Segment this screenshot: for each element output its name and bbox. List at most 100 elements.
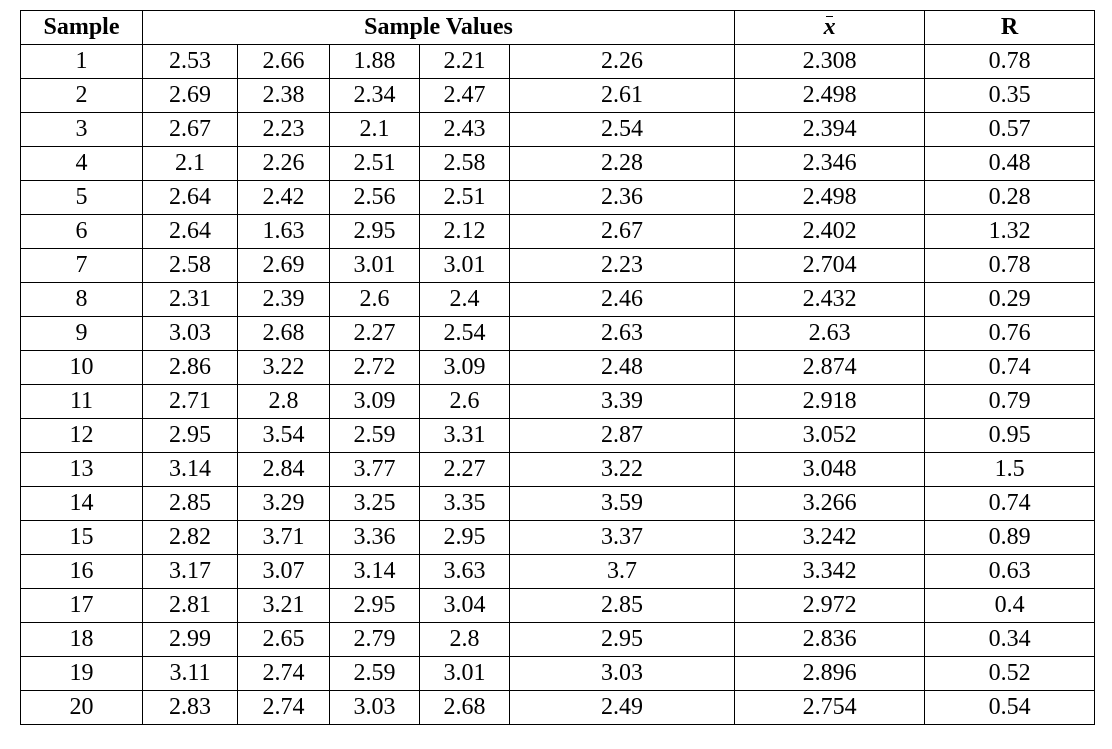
cell-v2: 2.42 xyxy=(238,181,330,215)
cell-v5: 2.46 xyxy=(510,283,735,317)
cell-xbar: 2.972 xyxy=(735,589,925,623)
cell-r: 0.78 xyxy=(925,45,1095,79)
cell-r: 0.89 xyxy=(925,521,1095,555)
cell-v5: 3.7 xyxy=(510,555,735,589)
cell-v1: 2.64 xyxy=(143,215,238,249)
cell-r: 0.29 xyxy=(925,283,1095,317)
cell-v3: 2.34 xyxy=(330,79,420,113)
cell-sample: 2 xyxy=(21,79,143,113)
cell-xbar: 3.266 xyxy=(735,487,925,521)
cell-v3: 2.6 xyxy=(330,283,420,317)
table-row: 163.173.073.143.633.73.3420.63 xyxy=(21,555,1095,589)
table-row: 12.532.661.882.212.262.3080.78 xyxy=(21,45,1095,79)
table-row: 42.12.262.512.582.282.3460.48 xyxy=(21,147,1095,181)
cell-xbar: 2.498 xyxy=(735,181,925,215)
cell-sample: 10 xyxy=(21,351,143,385)
cell-v1: 2.71 xyxy=(143,385,238,419)
table-row: 93.032.682.272.542.632.630.76 xyxy=(21,317,1095,351)
cell-v3: 3.03 xyxy=(330,691,420,725)
cell-v1: 2.85 xyxy=(143,487,238,521)
cell-v1: 2.58 xyxy=(143,249,238,283)
cell-r: 0.54 xyxy=(925,691,1095,725)
cell-sample: 6 xyxy=(21,215,143,249)
cell-v4: 2.6 xyxy=(420,385,510,419)
cell-sample: 5 xyxy=(21,181,143,215)
cell-v2: 2.74 xyxy=(238,657,330,691)
cell-v3: 3.77 xyxy=(330,453,420,487)
cell-v1: 2.83 xyxy=(143,691,238,725)
cell-xbar: 2.874 xyxy=(735,351,925,385)
table-row: 22.692.382.342.472.612.4980.35 xyxy=(21,79,1095,113)
cell-xbar: 2.394 xyxy=(735,113,925,147)
cell-v5: 2.26 xyxy=(510,45,735,79)
cell-sample: 17 xyxy=(21,589,143,623)
cell-v4: 2.27 xyxy=(420,453,510,487)
cell-xbar: 2.402 xyxy=(735,215,925,249)
cell-v4: 3.01 xyxy=(420,657,510,691)
cell-v5: 3.59 xyxy=(510,487,735,521)
cell-v4: 2.43 xyxy=(420,113,510,147)
cell-v2: 2.26 xyxy=(238,147,330,181)
cell-v4: 3.09 xyxy=(420,351,510,385)
cell-v1: 2.81 xyxy=(143,589,238,623)
cell-v2: 3.21 xyxy=(238,589,330,623)
cell-sample: 1 xyxy=(21,45,143,79)
cell-v2: 2.23 xyxy=(238,113,330,147)
cell-v4: 2.51 xyxy=(420,181,510,215)
cell-v4: 2.4 xyxy=(420,283,510,317)
cell-v4: 2.54 xyxy=(420,317,510,351)
cell-v1: 3.14 xyxy=(143,453,238,487)
cell-v1: 2.53 xyxy=(143,45,238,79)
cell-v5: 2.85 xyxy=(510,589,735,623)
cell-xbar: 2.836 xyxy=(735,623,925,657)
cell-v3: 1.88 xyxy=(330,45,420,79)
cell-r: 0.63 xyxy=(925,555,1095,589)
cell-xbar: 3.052 xyxy=(735,419,925,453)
cell-v4: 3.35 xyxy=(420,487,510,521)
cell-sample: 7 xyxy=(21,249,143,283)
cell-v5: 2.28 xyxy=(510,147,735,181)
cell-v5: 3.39 xyxy=(510,385,735,419)
cell-v4: 2.58 xyxy=(420,147,510,181)
cell-sample: 3 xyxy=(21,113,143,147)
cell-v2: 2.84 xyxy=(238,453,330,487)
cell-v2: 3.54 xyxy=(238,419,330,453)
cell-v3: 2.95 xyxy=(330,215,420,249)
cell-v2: 2.65 xyxy=(238,623,330,657)
cell-xbar: 3.242 xyxy=(735,521,925,555)
cell-sample: 11 xyxy=(21,385,143,419)
cell-v5: 2.23 xyxy=(510,249,735,283)
cell-sample: 18 xyxy=(21,623,143,657)
cell-r: 0.57 xyxy=(925,113,1095,147)
cell-v3: 3.01 xyxy=(330,249,420,283)
table-row: 112.712.83.092.63.392.9180.79 xyxy=(21,385,1095,419)
cell-v2: 2.38 xyxy=(238,79,330,113)
cell-v5: 2.49 xyxy=(510,691,735,725)
cell-v3: 3.09 xyxy=(330,385,420,419)
cell-v1: 2.95 xyxy=(143,419,238,453)
cell-r: 0.76 xyxy=(925,317,1095,351)
cell-v1: 3.03 xyxy=(143,317,238,351)
table-row: 62.641.632.952.122.672.4021.32 xyxy=(21,215,1095,249)
table-header-row: Sample Sample Values x R xyxy=(21,11,1095,45)
cell-sample: 13 xyxy=(21,453,143,487)
cell-sample: 16 xyxy=(21,555,143,589)
cell-v4: 3.01 xyxy=(420,249,510,283)
cell-v2: 3.22 xyxy=(238,351,330,385)
table-row: 172.813.212.953.042.852.9720.4 xyxy=(21,589,1095,623)
cell-r: 0.78 xyxy=(925,249,1095,283)
table-body: 12.532.661.882.212.262.3080.7822.692.382… xyxy=(21,45,1095,725)
cell-v5: 3.37 xyxy=(510,521,735,555)
cell-r: 0.48 xyxy=(925,147,1095,181)
table-row: 52.642.422.562.512.362.4980.28 xyxy=(21,181,1095,215)
cell-v2: 3.29 xyxy=(238,487,330,521)
cell-v4: 2.68 xyxy=(420,691,510,725)
table-row: 82.312.392.62.42.462.4320.29 xyxy=(21,283,1095,317)
cell-v3: 2.59 xyxy=(330,419,420,453)
cell-v5: 2.95 xyxy=(510,623,735,657)
cell-v1: 2.1 xyxy=(143,147,238,181)
cell-v1: 2.82 xyxy=(143,521,238,555)
cell-r: 0.34 xyxy=(925,623,1095,657)
sample-data-table: Sample Sample Values x R 12.532.661.882.… xyxy=(20,10,1095,725)
cell-v5: 2.67 xyxy=(510,215,735,249)
